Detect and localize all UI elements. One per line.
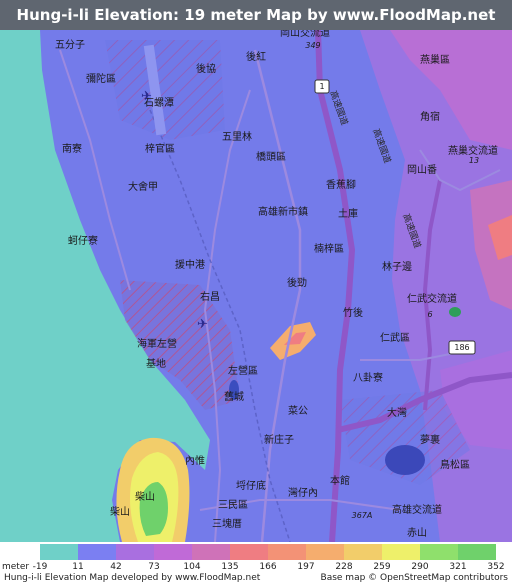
place-label: 南寮 xyxy=(62,142,82,155)
small-pond xyxy=(449,307,461,317)
legend-swatch xyxy=(230,544,268,560)
place-label: 岡山番 xyxy=(407,164,437,176)
legend-tick-label: 73 xyxy=(148,562,160,572)
airport-icon: ✈ xyxy=(197,317,208,332)
legend-swatch xyxy=(78,544,116,560)
place-label: 大舍甲 xyxy=(128,180,158,193)
place-label: 埒仔底 xyxy=(236,479,266,492)
route-number-label: 349 xyxy=(305,41,320,50)
place-label: 右昌 xyxy=(200,290,220,303)
place-label: 赤山 xyxy=(407,527,427,539)
legend-tick-label: 228 xyxy=(335,562,353,572)
route-number-label: 186 xyxy=(454,343,469,352)
place-label: 燕巢區 xyxy=(420,53,450,66)
place-label: 仁武交流道 xyxy=(407,292,457,305)
place-label: 後紅 xyxy=(246,50,266,63)
place-label: 仁武區 xyxy=(380,331,410,344)
legend-swatch xyxy=(268,544,306,560)
place-label: 大灣 xyxy=(387,406,407,419)
place-label: 柴山 xyxy=(110,505,130,518)
legend-swatch xyxy=(382,544,420,560)
place-label: 後協 xyxy=(196,62,216,75)
place-label: 林子邊 xyxy=(382,260,412,273)
place-label: 左營區 xyxy=(228,364,258,377)
airport-icon: ✈ xyxy=(141,89,152,104)
legend-tick-label: 352 xyxy=(487,562,505,572)
place-label: 竹後 xyxy=(343,306,363,319)
place-label: 內惟 xyxy=(185,454,205,467)
legend-tick-label: 321 xyxy=(449,562,467,572)
place-label: 梓官區 xyxy=(145,142,175,155)
place-label: 基地 xyxy=(146,357,166,370)
legend-swatch xyxy=(192,544,230,560)
place-label: 五里林 xyxy=(222,130,252,143)
place-label: 鳥松區 xyxy=(440,458,470,471)
legend-tick-label: 11 xyxy=(72,562,84,572)
legend-tick-label: 197 xyxy=(297,562,315,572)
elevation-legend: meter -19 11 42 73 104 135 166 197 228 259 290 321 3… xyxy=(0,542,512,583)
place-label: 香蕉腳 xyxy=(326,179,356,191)
legend-swatch xyxy=(458,544,496,560)
place-label: 蚵仔寮 xyxy=(68,234,98,247)
place-label: 楠梓區 xyxy=(314,242,344,255)
place-label: 土庫 xyxy=(338,207,358,220)
place-label: 高雄交流道 xyxy=(392,503,442,516)
elevation-map[interactable]: 五分子彌陀區石螺潭南寮 梓官區大舍甲蚵仔寮援中港右昌海軍左營基地左營區舊城內惟柴山… xyxy=(0,30,512,542)
place-label: 夢裏 xyxy=(420,433,440,446)
place-label: 後勁 xyxy=(287,276,307,289)
place-label: 灣仔內 xyxy=(288,487,318,499)
map-title: Hung-i-li Elevation: 19 meter Map by www… xyxy=(0,0,512,54)
route-number-label: 367A xyxy=(352,511,373,520)
place-label: 五分子 xyxy=(55,39,85,51)
legend-swatch xyxy=(40,544,78,560)
route-number-label: 1 xyxy=(319,82,324,91)
legend-swatch xyxy=(306,544,344,560)
place-label: 八卦寮 xyxy=(353,371,383,384)
chengcing-lake xyxy=(385,445,425,475)
place-label: 角宿 xyxy=(420,110,440,123)
legend-tick-label: 259 xyxy=(373,562,391,572)
legend-tick-label: 290 xyxy=(411,562,429,572)
legend-swatch xyxy=(116,544,154,560)
route-number-label: 6 xyxy=(427,310,432,319)
legend-color-scale xyxy=(40,544,496,560)
legend-swatch xyxy=(154,544,192,560)
legend-tick-label: 42 xyxy=(110,562,122,572)
place-label: 新庄子 xyxy=(264,433,294,446)
place-label: 本館 xyxy=(330,474,350,487)
place-label: 三塊厝 xyxy=(212,517,242,530)
legend-tick-label: -19 xyxy=(32,562,48,572)
place-label: 彌陀區 xyxy=(86,72,116,85)
place-label: 高雄新市鎮 xyxy=(258,205,308,218)
place-label: 援中港 xyxy=(175,258,205,271)
place-label: 岡山交流道 xyxy=(280,30,330,39)
place-label: 海軍左營 xyxy=(137,337,177,350)
place-label: 三民區 xyxy=(218,499,248,511)
legend-tick-label: 104 xyxy=(183,562,201,572)
place-label: 菜公 xyxy=(288,405,308,417)
legend-tick-label: 135 xyxy=(221,562,239,572)
legend-swatch xyxy=(344,544,382,560)
place-label: 柴山 xyxy=(135,490,155,503)
route-number-label: 13 xyxy=(469,156,479,165)
place-label: 舊城 xyxy=(224,390,244,403)
legend-tick-label: 166 xyxy=(259,562,277,572)
place-label: 橋頭區 xyxy=(256,150,286,163)
legend-swatch xyxy=(420,544,458,560)
